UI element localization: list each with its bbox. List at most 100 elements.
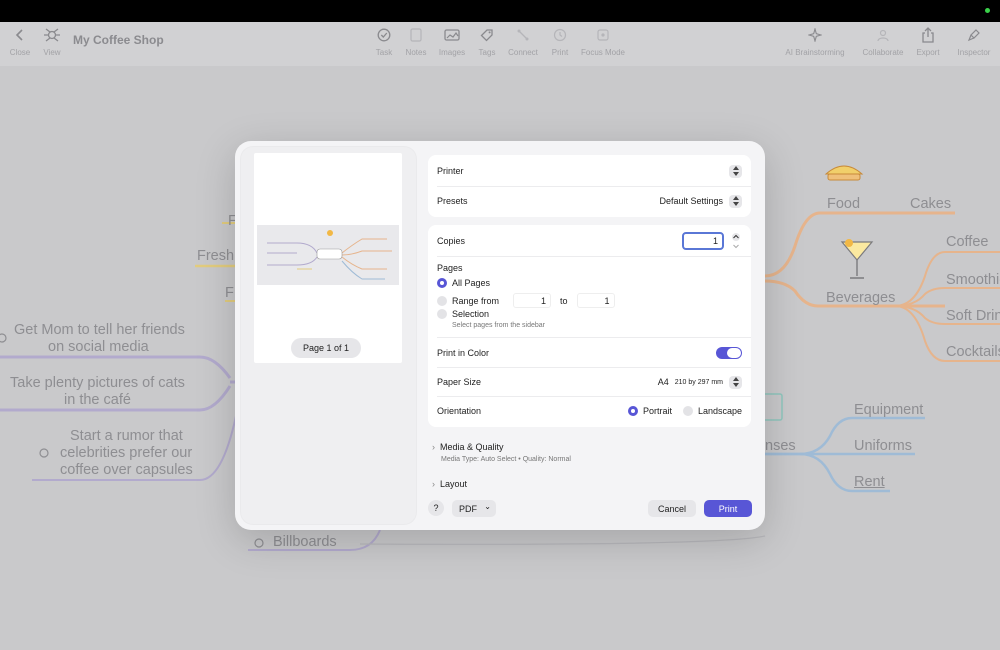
- notes-button[interactable]: Notes: [403, 22, 429, 66]
- media-quality-disclosure[interactable]: › Media & Quality: [432, 442, 504, 452]
- printer-card: Printer Presets Default Settings: [428, 155, 751, 217]
- node-uniforms[interactable]: Uniforms: [854, 438, 912, 455]
- print-icon: [553, 22, 567, 48]
- tag-icon: [480, 22, 494, 48]
- settings-card: Copies 1 Pages All Pages Range from 1 to…: [428, 225, 751, 427]
- node-expenses[interactable]: nses: [765, 438, 796, 455]
- pdf-menu-button[interactable]: PDF ⌄: [452, 500, 496, 517]
- range-start-input[interactable]: 1: [513, 293, 551, 308]
- print-in-color-toggle[interactable]: [716, 347, 742, 359]
- presets-label: Presets: [437, 196, 468, 206]
- chevron-down-icon: ⌄: [484, 502, 491, 511]
- close-button[interactable]: Close: [8, 22, 32, 66]
- tags-button[interactable]: Tags: [475, 22, 499, 66]
- node-partial-f2[interactable]: F: [225, 285, 234, 302]
- layout-disclosure[interactable]: › Layout: [432, 479, 467, 489]
- share-icon: [921, 22, 935, 48]
- ai-brainstorming-button[interactable]: AI Brainstorming: [784, 22, 846, 66]
- document-title[interactable]: My Coffee Shop: [73, 33, 164, 47]
- node-soft-drinks[interactable]: Soft Drin: [946, 308, 1000, 325]
- presets-row[interactable]: Presets Default Settings: [437, 186, 742, 216]
- mindmap-view-icon: [43, 22, 61, 48]
- focus-mode-button[interactable]: Focus Mode: [580, 22, 626, 66]
- node-rent[interactable]: Rent: [854, 474, 885, 491]
- paper-size-row[interactable]: Paper Size A4 210 by 297 mm: [437, 367, 742, 397]
- node-cocktails[interactable]: Cocktails: [946, 344, 1000, 361]
- node-rumor-line1[interactable]: Start a rumor that: [70, 428, 183, 445]
- toolbar: Close View My Coffee Shop Task Notes Ima…: [0, 22, 1000, 66]
- all-pages-radio[interactable]: [437, 278, 447, 288]
- printer-stepper[interactable]: [729, 164, 742, 178]
- portrait-radio[interactable]: [627, 406, 638, 416]
- connect-button[interactable]: Connect: [508, 22, 538, 66]
- all-pages-option[interactable]: All Pages: [437, 278, 490, 288]
- chevron-right-icon: ›: [432, 442, 435, 452]
- copies-input[interactable]: 1: [682, 232, 724, 250]
- presets-stepper[interactable]: [729, 194, 742, 208]
- node-rumor-line3[interactable]: coffee over capsules: [60, 462, 193, 479]
- note-icon: [410, 22, 422, 48]
- brush-icon: [967, 22, 981, 48]
- export-button[interactable]: Export: [913, 22, 943, 66]
- node-billboards[interactable]: Billboards: [273, 534, 337, 551]
- up-down-chevron-icon: [731, 195, 741, 207]
- selection-radio[interactable]: [437, 309, 447, 319]
- collaborate-button[interactable]: Collaborate: [860, 22, 906, 66]
- node-equipment[interactable]: Equipment: [854, 402, 923, 419]
- pages-label: Pages: [437, 263, 463, 273]
- connect-icon: [516, 22, 530, 48]
- cancel-button[interactable]: Cancel: [648, 500, 696, 517]
- inspector-button[interactable]: Inspector: [954, 22, 994, 66]
- node-cats-line1[interactable]: Take plenty pictures of cats: [10, 375, 185, 392]
- node-rumor-line2[interactable]: celebrities prefer our: [60, 445, 192, 462]
- orientation-row: Orientation Portrait Landscape: [437, 406, 742, 416]
- status-bar: [0, 0, 1000, 22]
- node-mom-line1[interactable]: Get Mom to tell her friends: [14, 322, 185, 339]
- media-quality-summary: Media Type: Auto Select • Quality: Norma…: [441, 456, 571, 463]
- node-cats-line2[interactable]: in the café: [64, 392, 131, 409]
- selection-hint: Select pages from the sidebar: [452, 322, 545, 329]
- node-fresh[interactable]: Fresh: [197, 248, 234, 265]
- copies-stepper[interactable]: [730, 232, 742, 250]
- range-end-input[interactable]: 1: [576, 293, 615, 308]
- node-smoothies[interactable]: Smoothie: [946, 272, 1000, 289]
- chevron-left-icon: [15, 22, 25, 48]
- chevron-right-icon: ›: [432, 479, 435, 489]
- pie-icon: [824, 165, 864, 181]
- increment-icon: [732, 232, 740, 241]
- check-circle-icon: [377, 22, 391, 48]
- printer-row[interactable]: Printer: [437, 156, 742, 186]
- print-button[interactable]: Print: [704, 500, 752, 517]
- focus-icon: [596, 22, 610, 48]
- node-cakes[interactable]: Cakes: [910, 196, 951, 213]
- paper-size-value: A4: [657, 377, 669, 387]
- cocktail-icon: [840, 239, 874, 279]
- node-mom-line2[interactable]: on social media: [48, 339, 149, 356]
- range-radio[interactable]: [437, 295, 447, 306]
- page-thumbnail-content: [257, 225, 399, 285]
- images-icon: [444, 22, 460, 48]
- up-down-chevron-icon: [731, 376, 741, 388]
- range-option[interactable]: Range from 1 to 1: [437, 293, 615, 308]
- help-button[interactable]: ?: [428, 500, 444, 516]
- page-indicator: Page 1 of 1: [291, 338, 361, 358]
- paper-size-dimensions: 210 by 297 mm: [674, 378, 723, 386]
- selection-option[interactable]: Selection: [437, 309, 489, 319]
- images-button[interactable]: Images: [437, 22, 467, 66]
- node-beverages[interactable]: Beverages: [826, 290, 895, 307]
- decrement-icon: [733, 244, 739, 248]
- node-food[interactable]: Food: [827, 196, 860, 213]
- page-thumbnail[interactable]: Page 1 of 1: [254, 153, 402, 363]
- presets-value: Default Settings: [659, 196, 723, 206]
- divider: [437, 256, 751, 257]
- print-button[interactable]: Print: [548, 22, 572, 66]
- task-button[interactable]: Task: [372, 22, 396, 66]
- print-dialog: Page 1 of 1 Printer Presets Default Sett…: [235, 141, 765, 530]
- node-coffee[interactable]: Coffee: [946, 234, 988, 251]
- print-preview-sidebar: Page 1 of 1: [241, 147, 416, 524]
- view-button[interactable]: View: [40, 22, 64, 66]
- landscape-radio[interactable]: [682, 406, 693, 416]
- printer-label: Printer: [437, 166, 464, 176]
- paper-size-stepper[interactable]: [729, 375, 742, 389]
- copies-label: Copies: [437, 236, 466, 246]
